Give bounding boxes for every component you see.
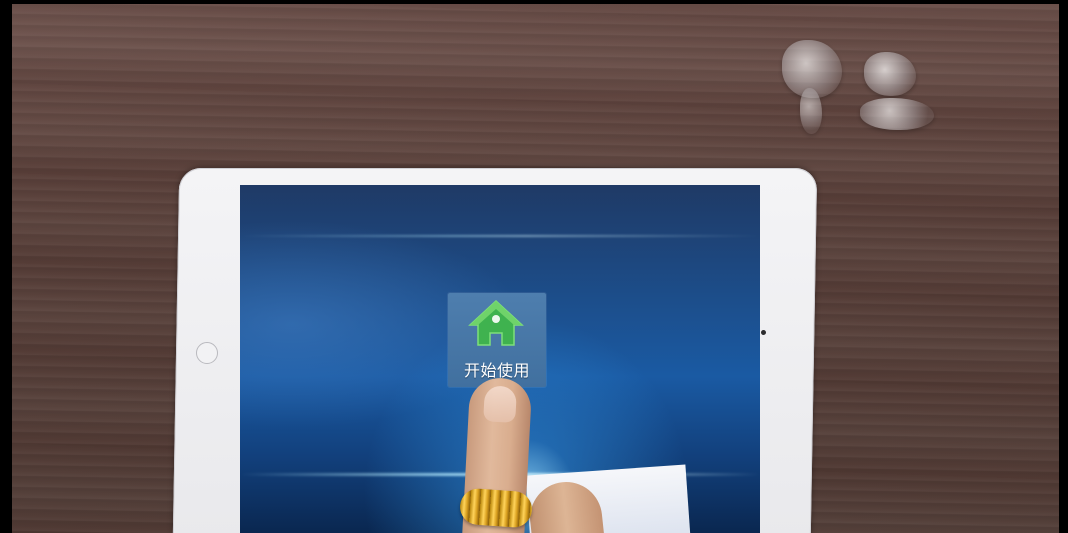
tablet-camera bbox=[761, 330, 766, 335]
frame-border-top bbox=[0, 0, 1068, 4]
frame-border-right bbox=[1059, 0, 1068, 533]
tablet-home-button[interactable] bbox=[196, 342, 218, 364]
screen-light-streak-top bbox=[240, 235, 760, 237]
plastic-wrap-3 bbox=[864, 52, 916, 96]
photo-scene: 开始使用 bbox=[0, 0, 1068, 533]
gold-ring bbox=[458, 487, 534, 529]
plastic-wrap-4 bbox=[860, 98, 934, 130]
fingernail bbox=[483, 385, 518, 423]
frame-border-left bbox=[0, 0, 12, 533]
home-icon bbox=[468, 299, 524, 346]
start-app-tile[interactable]: 开始使用 bbox=[448, 293, 546, 387]
